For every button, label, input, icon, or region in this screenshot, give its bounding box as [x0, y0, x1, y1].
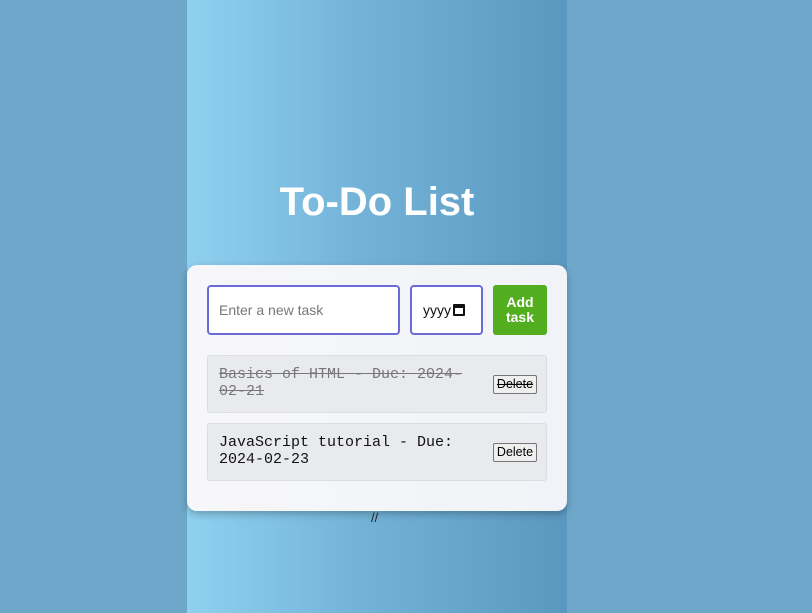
task-text[interactable]: JavaScript tutorial - Due: 2024-02-23 [219, 434, 479, 468]
task-input[interactable] [207, 285, 400, 335]
date-placeholder: yyyy [423, 302, 451, 318]
delete-button[interactable]: Delete [493, 443, 537, 462]
page-title: To-Do List [279, 180, 475, 224]
add-task-button[interactable]: Add task [493, 285, 547, 335]
task-item: JavaScript tutorial - Due: 2024-02-23 De… [207, 423, 547, 481]
due-date-input[interactable]: yyyy [410, 285, 483, 335]
footer-mark: // [371, 510, 379, 525]
task-text[interactable]: Basics of HTML - Due: 2024-02-21 [219, 366, 479, 400]
calendar-icon[interactable] [453, 304, 465, 316]
task-list: Basics of HTML - Due: 2024-02-21 Delete … [207, 355, 547, 491]
todo-card: yyyy Add task Basics of HTML - Due: 2024… [187, 265, 567, 511]
delete-button[interactable]: Delete [493, 375, 537, 394]
task-item: Basics of HTML - Due: 2024-02-21 Delete [207, 355, 547, 413]
